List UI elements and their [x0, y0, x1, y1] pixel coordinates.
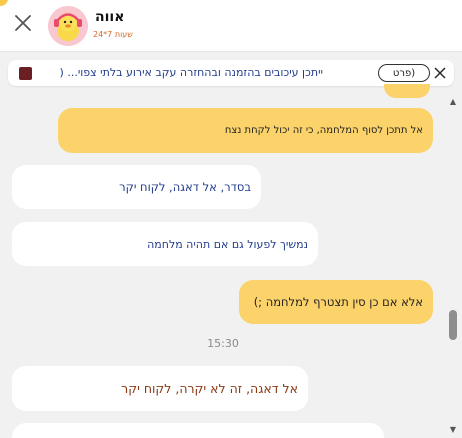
contact-availability: 24*7 שעות: [93, 30, 133, 39]
message-outgoing: אלא אם כן סין תצטרף למלחמה ;): [239, 280, 433, 324]
chat-header: אווה 24*7 שעות: [0, 0, 462, 52]
message-text: בסדר, אל דאגה, לקוח יקר: [119, 180, 251, 194]
close-icon: [434, 67, 446, 79]
contact-name: אווה: [95, 9, 125, 25]
chat-scrollbar[interactable]: ▲ ▼: [446, 94, 460, 438]
avatar: [48, 6, 88, 46]
message-text: אל תתכן לסוף המלחמה, כי זה יכול לקחת נצח: [224, 125, 423, 136]
message-text: אלא אם כן סין תצטרף למלחמה ;): [253, 295, 423, 309]
duck-avatar-icon: [48, 6, 88, 46]
close-icon: [15, 15, 31, 31]
message-text: נמשיך לפעול גם אם תהיה מלחמה: [147, 237, 308, 251]
notice-close-button[interactable]: [432, 65, 448, 81]
message-outgoing: אל תתכן לסוף המלחמה, כי זה יכול לקחת נצח: [58, 108, 433, 153]
message-incoming: אל דאגה, זה לא יקרה, לקוח יקר: [12, 366, 308, 411]
message-incoming-partial: [12, 423, 384, 438]
message-timestamp: 15:30: [207, 337, 239, 350]
scroll-thumb[interactable]: [449, 310, 457, 340]
message-incoming: בסדר, אל דאגה, לקוח יקר: [12, 165, 261, 209]
corner-decoration: [0, 0, 8, 6]
notice-bar: ייתכן עיכובים בהזמנה ובהחזרה עקב אירוע ב…: [8, 60, 454, 86]
notice-flag-icon: [19, 67, 32, 80]
previous-message-bubble: [384, 84, 430, 98]
notice-details-button[interactable]: פרט): [378, 64, 430, 82]
scroll-up-arrow-icon[interactable]: ▲: [449, 98, 457, 106]
scroll-down-arrow-icon[interactable]: ▼: [449, 426, 457, 434]
close-button[interactable]: [10, 10, 36, 36]
message-incoming: נמשיך לפעול גם אם תהיה מלחמה: [12, 222, 318, 266]
notice-text[interactable]: ייתכן עיכובים בהזמנה ובהחזרה עקב אירוע ב…: [43, 66, 323, 79]
message-text: אל דאגה, זה לא יקרה, לקוח יקר: [121, 381, 298, 396]
